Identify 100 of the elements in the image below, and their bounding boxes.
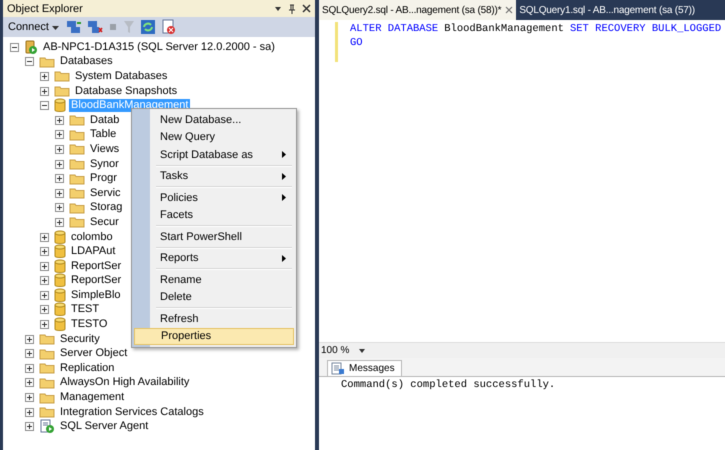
menu-item[interactable]: Start PowerShell bbox=[134, 228, 294, 246]
menu-item[interactable]: Properties bbox=[134, 328, 294, 345]
menu-item[interactable]: Policies bbox=[134, 189, 294, 206]
tree-item[interactable]: ReportSer bbox=[69, 274, 124, 288]
expander-icon[interactable] bbox=[25, 334, 34, 344]
code-token: GO bbox=[350, 36, 363, 50]
menu-item[interactable]: Tasks bbox=[134, 168, 294, 185]
dropdown-icon[interactable] bbox=[274, 4, 282, 12]
caret-icon bbox=[52, 24, 59, 30]
code-token: ALTER DATABASE bbox=[350, 22, 438, 36]
expander-icon[interactable] bbox=[55, 144, 64, 154]
expander-icon[interactable] bbox=[25, 364, 34, 373]
submenu-arrow-icon bbox=[282, 151, 286, 158]
expander-icon[interactable] bbox=[40, 232, 49, 242]
tree-item[interactable]: Table bbox=[88, 128, 118, 142]
folder-icon bbox=[69, 187, 85, 200]
menu-item[interactable]: Delete bbox=[134, 288, 294, 306]
tree-item[interactable]: Security bbox=[58, 332, 102, 346]
connect-icon[interactable] bbox=[66, 20, 82, 34]
menu-item[interactable]: Facets bbox=[134, 206, 294, 224]
connect-button[interactable]: Connect bbox=[6, 20, 61, 34]
expander-icon[interactable] bbox=[55, 160, 64, 169]
code-token: SET RECOVERY BULK_LOGGED bbox=[570, 22, 722, 36]
tree-item[interactable]: TEST bbox=[69, 303, 102, 316]
tree-item[interactable]: Database Snapshots bbox=[73, 84, 180, 98]
menu-item[interactable]: Rename bbox=[134, 271, 294, 288]
document-tab[interactable]: SQLQuery1.sql - AB...nagement (sa (57)) bbox=[516, 0, 698, 20]
tree-item[interactable]: ReportSer bbox=[69, 260, 124, 273]
folder-icon bbox=[39, 392, 55, 404]
menu-item[interactable]: Script Database as bbox=[134, 146, 294, 164]
tree-item[interactable]: TESTO bbox=[69, 318, 110, 332]
document-tab[interactable]: SQLQuery2.sql - AB...nagement (sa (58))* bbox=[319, 0, 516, 20]
expander-icon[interactable] bbox=[40, 305, 49, 314]
close-icon[interactable] bbox=[302, 4, 311, 13]
menu-item[interactable]: Reports bbox=[134, 250, 294, 267]
menu-item[interactable]: New Query bbox=[134, 128, 294, 146]
expander-icon[interactable] bbox=[40, 276, 49, 286]
caret-icon bbox=[359, 348, 366, 352]
expander-icon[interactable] bbox=[55, 188, 64, 198]
expander-icon[interactable] bbox=[40, 72, 49, 81]
document-cancel-icon[interactable] bbox=[160, 19, 177, 35]
expander-icon[interactable] bbox=[40, 290, 49, 300]
expander-icon[interactable] bbox=[25, 422, 34, 432]
result-message: Command(s) completed successfully. bbox=[340, 378, 556, 391]
panel-title: Object Explorer bbox=[7, 2, 83, 14]
expander-icon[interactable] bbox=[25, 408, 34, 417]
expander-icon[interactable] bbox=[25, 57, 34, 66]
expander-icon[interactable] bbox=[40, 86, 49, 96]
expander-icon[interactable] bbox=[55, 116, 64, 125]
expander-icon[interactable] bbox=[10, 42, 19, 52]
folder-icon bbox=[69, 216, 85, 228]
tree-item[interactable]: Secur bbox=[88, 216, 121, 229]
tree-item[interactable]: LDAPAut bbox=[69, 245, 118, 258]
tree-item[interactable]: Servic bbox=[88, 186, 123, 200]
disconnect-icon[interactable] bbox=[86, 20, 103, 34]
expander-icon[interactable] bbox=[40, 320, 49, 330]
expander-icon[interactable] bbox=[25, 378, 34, 388]
expander-icon[interactable] bbox=[55, 218, 64, 227]
tree-item[interactable]: Replication bbox=[58, 362, 116, 375]
pin-icon[interactable] bbox=[288, 4, 296, 14]
expander-icon[interactable] bbox=[25, 393, 34, 402]
expander-icon[interactable] bbox=[25, 349, 34, 358]
submenu-arrow-icon bbox=[282, 194, 286, 202]
folder-icon bbox=[39, 406, 55, 418]
tree-item[interactable]: Management bbox=[58, 391, 126, 404]
database-icon bbox=[54, 230, 66, 245]
tree-item[interactable]: AlwaysOn High Availability bbox=[58, 376, 192, 390]
folder-icon bbox=[69, 158, 85, 170]
tree-item[interactable]: Storag bbox=[88, 201, 124, 214]
code-token: BloodBankManagement bbox=[444, 22, 564, 36]
expander-icon[interactable] bbox=[55, 203, 64, 212]
tree-item[interactable]: SimpleBlo bbox=[69, 288, 123, 302]
expander-icon[interactable] bbox=[55, 174, 64, 184]
expander-icon[interactable] bbox=[55, 130, 64, 140]
tree-item[interactable]: Integration Services Catalogs bbox=[58, 406, 206, 419]
tree-item[interactable]: Progr bbox=[88, 172, 119, 186]
refresh-icon[interactable] bbox=[140, 19, 156, 35]
database-icon bbox=[54, 273, 66, 288]
zoom-dropdown[interactable]: 100 % bbox=[321, 345, 366, 356]
folder-icon bbox=[39, 376, 55, 389]
tree-item[interactable]: Server Object bbox=[58, 347, 130, 360]
menu-item[interactable]: Refresh bbox=[134, 310, 294, 328]
submenu-arrow-icon bbox=[282, 172, 286, 180]
expander-icon[interactable] bbox=[40, 262, 49, 271]
tree-item[interactable]: SQL Server Agent bbox=[58, 420, 150, 434]
folder-icon bbox=[39, 362, 55, 374]
database-icon bbox=[54, 288, 66, 303]
expander-icon[interactable] bbox=[40, 247, 49, 256]
tree-item[interactable]: AB-NPC1-D1A315 (SQL Server 12.0.2000 - sa) bbox=[41, 40, 277, 54]
expander-icon[interactable] bbox=[40, 101, 49, 110]
tree-item[interactable]: Databases bbox=[58, 55, 115, 68]
tree-item[interactable]: colombo bbox=[69, 230, 115, 244]
tree-item[interactable]: Views bbox=[88, 142, 122, 156]
messages-tab[interactable]: Messages bbox=[327, 360, 402, 376]
folder-icon bbox=[39, 333, 55, 346]
menu-item[interactable]: New Database... bbox=[134, 111, 294, 128]
tree-item[interactable]: Datab bbox=[88, 114, 122, 127]
database-icon bbox=[54, 98, 66, 114]
tree-item[interactable]: System Databases bbox=[73, 70, 170, 83]
tree-item[interactable]: Synor bbox=[88, 158, 121, 171]
